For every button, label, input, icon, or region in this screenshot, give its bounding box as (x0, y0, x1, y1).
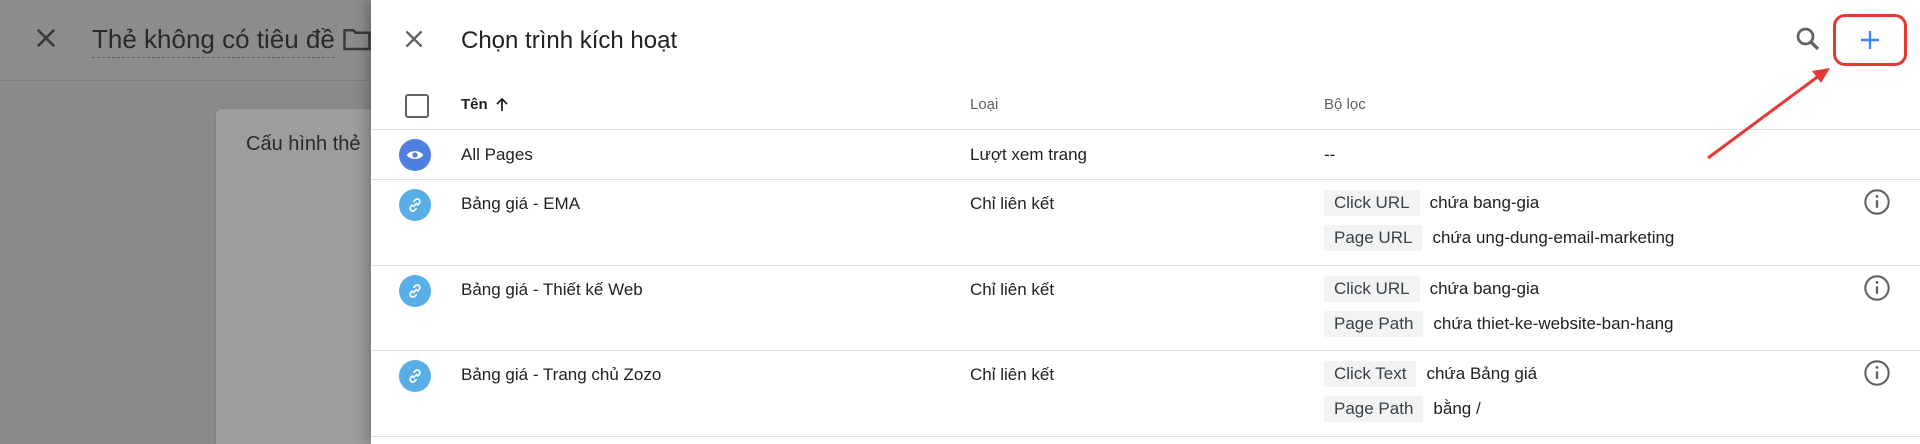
filter-condition: Click URL chứa bang-gia (1324, 190, 1539, 216)
trigger-name: Bảng giá - EMA (461, 194, 581, 213)
tag-config-title: Cấu hình thẻ (246, 133, 361, 155)
trigger-name: All Pages (461, 145, 533, 164)
filter-condition: Page Path chứa thiet-ke-website-ban-hang (1324, 311, 1673, 337)
table-header: Tên Loại Bộ lọc (371, 82, 1920, 130)
column-header-type: Loại (970, 96, 999, 113)
close-icon (36, 28, 56, 48)
table-row[interactable]: All Pages Lượt xem trang -- (371, 130, 1920, 180)
trigger-name: Bảng giá - Trang chủ Zozo (461, 365, 662, 384)
table-row[interactable]: Bảng giá - Thiết kế Web Chỉ liên kết Cli… (371, 266, 1920, 351)
table-row[interactable]: Bảng giá - Trang chủ Zozo Chỉ liên kết C… (371, 351, 1920, 437)
trigger-type: Lượt xem trang (970, 145, 1088, 164)
select-all-checkbox[interactable] (405, 94, 429, 118)
tag-title: Thẻ không có tiêu đề (92, 24, 335, 58)
link-icon (399, 189, 431, 221)
add-trigger-button[interactable] (1833, 14, 1907, 66)
link-icon (399, 275, 431, 307)
info-icon[interactable] (1863, 274, 1891, 302)
filter-variable-chip: Click Text (1324, 361, 1417, 387)
filter-value: chứa thiet-ke-website-ban-hang (1433, 314, 1674, 333)
trigger-chooser-panel: Chọn trình kích hoạt Tên Loại Bộ lọc All… (371, 0, 1920, 444)
search-icon[interactable] (1793, 24, 1823, 54)
filter-value: chứa bang-gia (1429, 193, 1540, 212)
filter-variable-chip: Page Path (1324, 396, 1424, 422)
eye-icon (399, 139, 431, 171)
filter-variable-chip: Page URL (1324, 225, 1423, 251)
filter-value: bằng / (1433, 399, 1481, 418)
filter-variable-chip: Click URL (1324, 190, 1420, 216)
trigger-name: Bảng giá - Thiết kế Web (461, 280, 643, 299)
filter-condition: Page Path bằng / (1324, 396, 1481, 422)
table-row[interactable]: Bảng giá - EMA Chỉ liên kết Click URL ch… (371, 180, 1920, 266)
filter-condition: Click Text chứa Bảng giá (1324, 361, 1537, 387)
trigger-type: Chỉ liên kết (970, 194, 1055, 213)
filter-condition: Click URL chứa bang-gia (1324, 276, 1539, 302)
filter-condition: Page URL chứa ung-dung-email-marketing (1324, 225, 1674, 251)
info-icon[interactable] (1863, 188, 1891, 216)
trigger-filter: -- (1324, 145, 1336, 164)
column-header-name[interactable]: Tên (461, 96, 510, 113)
filter-value: chứa ung-dung-email-marketing (1432, 228, 1675, 247)
folder-icon (343, 29, 371, 51)
link-icon (399, 360, 431, 392)
info-icon[interactable] (1863, 359, 1891, 387)
trigger-type: Chỉ liên kết (970, 365, 1055, 384)
filter-value: chứa Bảng giá (1426, 364, 1538, 383)
filter-variable-chip: Page Path (1324, 311, 1424, 337)
close-icon[interactable] (401, 26, 427, 52)
filter-variable-chip: Click URL (1324, 276, 1420, 302)
plus-icon (1861, 31, 1879, 49)
trigger-type: Chỉ liên kết (970, 280, 1055, 299)
column-header-filter: Bộ lọc (1324, 96, 1366, 113)
panel-title: Chọn trình kích hoạt (461, 27, 678, 54)
filter-value: chứa bang-gia (1429, 279, 1540, 298)
sort-up-icon (496, 97, 508, 111)
